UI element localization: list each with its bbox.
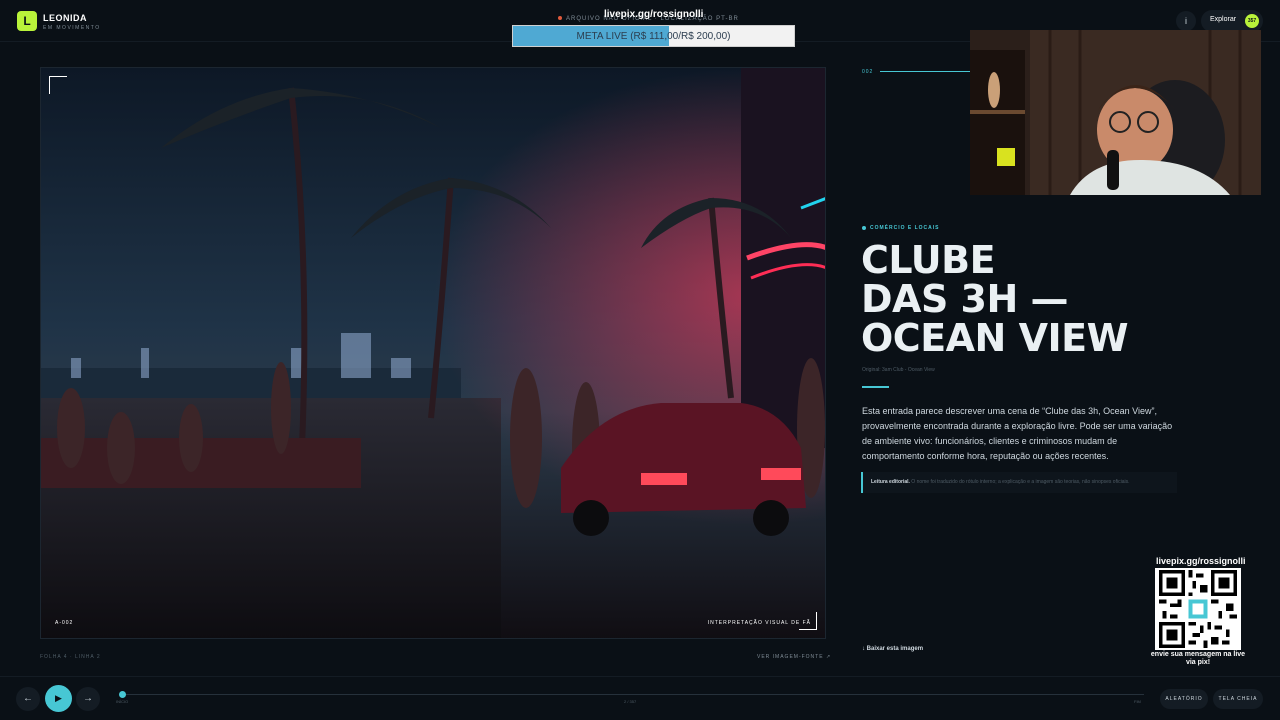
- previous-button[interactable]: ←: [16, 687, 40, 711]
- download-image-link[interactable]: ↓ Baixar esta imagem: [862, 646, 923, 652]
- streamer-webcam-image: [970, 30, 1261, 195]
- qr-code-icon: [1159, 570, 1237, 648]
- entry-number-rule: [880, 71, 970, 72]
- qr-caption: envie sua mensagem na live via pix!: [1150, 651, 1246, 666]
- original-name: Original: 3am Club - Ocean View: [862, 367, 935, 373]
- brand-block[interactable]: LEONIDA EM MOVIMENTO: [43, 13, 101, 31]
- webcam-overlay: [970, 30, 1261, 195]
- entry-number: 002: [862, 69, 874, 75]
- qr-title: livepix.gg/rossignolli: [1156, 556, 1246, 566]
- play-button[interactable]: ▶: [45, 685, 72, 712]
- title-line-3: OCEAN VIEW: [861, 316, 1129, 360]
- image-code: A-002: [55, 620, 74, 626]
- page-title: CLUBE DAS 3H — OCEAN VIEW: [861, 241, 1181, 358]
- fullscreen-button[interactable]: TELA CHEIA: [1213, 689, 1263, 709]
- explore-button[interactable]: Explorar 357: [1201, 10, 1263, 32]
- live-goal-bar: META LIVE (R$ 111,00/R$ 200,00): [512, 25, 795, 47]
- editorial-text: O nome foi traduzido do rótulo interno; …: [911, 479, 1130, 485]
- brand-logo[interactable]: L: [17, 11, 37, 31]
- image-interpretation-label: INTERPRETAÇÃO VISUAL DE FÃ: [707, 620, 811, 626]
- category-dot-icon: [862, 225, 866, 230]
- live-goal-label: META LIVE (R$ 111,00/R$ 200,00): [576, 31, 731, 42]
- livepix-qr-code[interactable]: [1155, 568, 1241, 650]
- title-line-2: DAS 3H —: [861, 277, 1069, 321]
- editorial-label: Leitura editorial.: [871, 479, 910, 485]
- track-end-label: FIM: [1134, 699, 1141, 704]
- brand-subtitle: EM MOVIMENTO: [43, 25, 101, 31]
- title-line-1: CLUBE: [861, 238, 996, 282]
- progress-track[interactable]: [120, 694, 1144, 695]
- accent-divider: [862, 386, 889, 388]
- night-beach-scene-image: [41, 68, 825, 638]
- sheet-location: FOLHA 4 · LINHA 2: [40, 654, 101, 660]
- entry-image[interactable]: A-002 INTERPRETAÇÃO VISUAL DE FÃ: [40, 67, 826, 639]
- livepix-url: livepix.gg/rossignolli: [604, 9, 704, 20]
- track-start-label: INÍCIO: [116, 699, 129, 704]
- explore-count-badge: 357: [1245, 14, 1259, 28]
- entry-description: Esta entrada parece descrever uma cena d…: [862, 406, 1173, 461]
- status-dot-icon: [558, 16, 562, 21]
- next-button[interactable]: →: [76, 687, 100, 711]
- random-button[interactable]: ALEATÓRIO: [1160, 689, 1208, 709]
- frame-corner-top-left: [49, 76, 67, 94]
- category-label: COMÉRCIO E LOCAIS: [870, 225, 940, 231]
- progress-knob[interactable]: [119, 691, 126, 698]
- brand-name: LEONIDA: [43, 13, 87, 23]
- category-tag: COMÉRCIO E LOCAIS: [862, 225, 940, 231]
- editorial-note: Leitura editorial. O nome foi traduzido …: [861, 472, 1177, 493]
- view-source-link[interactable]: VER IMAGEM-FONTE ↗: [757, 654, 831, 660]
- info-button[interactable]: i: [1176, 11, 1196, 31]
- playback-controls: ← ▶ → INÍCIO 2 / 357 FIM ALEATÓRIO TELA …: [0, 676, 1280, 720]
- track-position-label: 2 / 357: [624, 699, 637, 704]
- explore-label: Explorar: [1210, 16, 1237, 23]
